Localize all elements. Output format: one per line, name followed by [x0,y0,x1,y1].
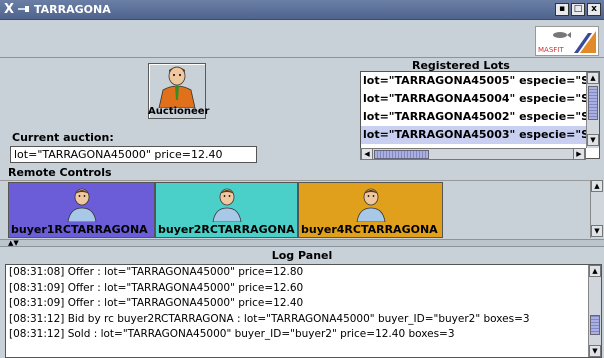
buyer1-button[interactable]: buyer1RCTARRAGONA [8,182,155,238]
log-line: [08:31:09] Offer : lot="TARRAGONA45000" … [9,297,304,309]
log-line: [08:31:12] Bid by rc buyer2RCTARRAGONA :… [9,312,530,325]
log-panel-title: Log Panel [271,249,333,262]
logo-text: MASFIT [538,46,564,54]
log-line: [08:31:08] Offer : lot="TARRAGONA45000" … [9,266,304,278]
scroll-down-icon[interactable]: ▼ [589,345,601,357]
scroll-up-icon[interactable]: ▲ [591,180,603,192]
collapse-arrows-icon[interactable]: ▲▼ [8,239,19,247]
buyer2-button[interactable]: buyer2RCTARRAGONA [155,182,298,238]
buyer4-button[interactable]: buyer4RCTARRAGONA [298,182,443,238]
remote-controls-label: Remote Controls [8,166,112,179]
scroll-up-icon[interactable]: ▲ [587,72,599,84]
scroll-right-icon[interactable]: ▶ [573,148,585,160]
masfit-logo: MASFIT [535,26,599,56]
panel-splitter[interactable]: ▲▼ [0,239,604,247]
x-window-icon: X [4,2,15,17]
scroll-down-icon[interactable]: ▼ [591,225,603,237]
list-item[interactable]: lot="TARRAGONA45002" especie="Sl [361,108,587,126]
auctioneer-label: Auctioneer [148,106,210,117]
lots-vertical-scrollbar[interactable]: ▲ ▼ [586,72,599,148]
list-item[interactable]: lot="TARRAGONA45004" especie="Sl [361,90,587,108]
lots-horizontal-scrollbar[interactable]: ◀ ▶ [360,148,586,160]
current-auction-label: Current auction: [12,131,114,144]
log-panel[interactable]: [08:31:08] Offer : lot="TARRAGONA45000" … [5,264,602,358]
buyer-avatar-icon [356,188,385,222]
toolbar-area [0,20,604,58]
maximize-icon[interactable]: □ [571,3,585,16]
scroll-left-icon[interactable]: ◀ [361,148,373,160]
auctioneer-icon [158,66,196,109]
scroll-thumb[interactable] [374,150,429,159]
title-bar[interactable]: X TARRAGONA ▪ □ x [0,0,604,20]
remote-controls-scrollbar[interactable]: ▲ ▼ [590,180,604,238]
registered-lots-list[interactable]: lot="TARRAGONA45005" especie="Sl lot="TA… [360,71,600,159]
scroll-thumb[interactable] [588,86,598,120]
pin-icon[interactable] [18,3,30,15]
buyer2-label: buyer2RCTARRAGONA [158,223,295,236]
scroll-down-icon[interactable]: ▼ [587,134,599,146]
log-line: [08:31:12] Sold : lot="TARRAGONA45000" b… [9,328,455,340]
log-vertical-scrollbar[interactable]: ▲ ▼ [588,265,601,357]
window-title: TARRAGONA [34,3,111,16]
buyer-avatar-icon [67,188,96,222]
buyer4-label: buyer4RCTARRAGONA [301,223,438,236]
list-item[interactable]: lot="TARRAGONA45005" especie="Sl [361,72,587,90]
close-icon[interactable]: x [587,3,601,16]
scroll-up-icon[interactable]: ▲ [589,265,601,277]
log-line: [08:31:09] Offer : lot="TARRAGONA45000" … [9,281,304,294]
current-auction-field[interactable]: lot="TARRAGONA45000" price=12.40 [10,146,257,163]
buyer1-label: buyer1RCTARRAGONA [11,223,148,236]
buyer-avatar-icon [212,188,241,222]
scroll-thumb[interactable] [590,315,600,335]
minimize-icon[interactable]: ▪ [555,3,569,16]
list-item-selected[interactable]: lot="TARRAGONA45003" especie="Sl [361,126,587,144]
